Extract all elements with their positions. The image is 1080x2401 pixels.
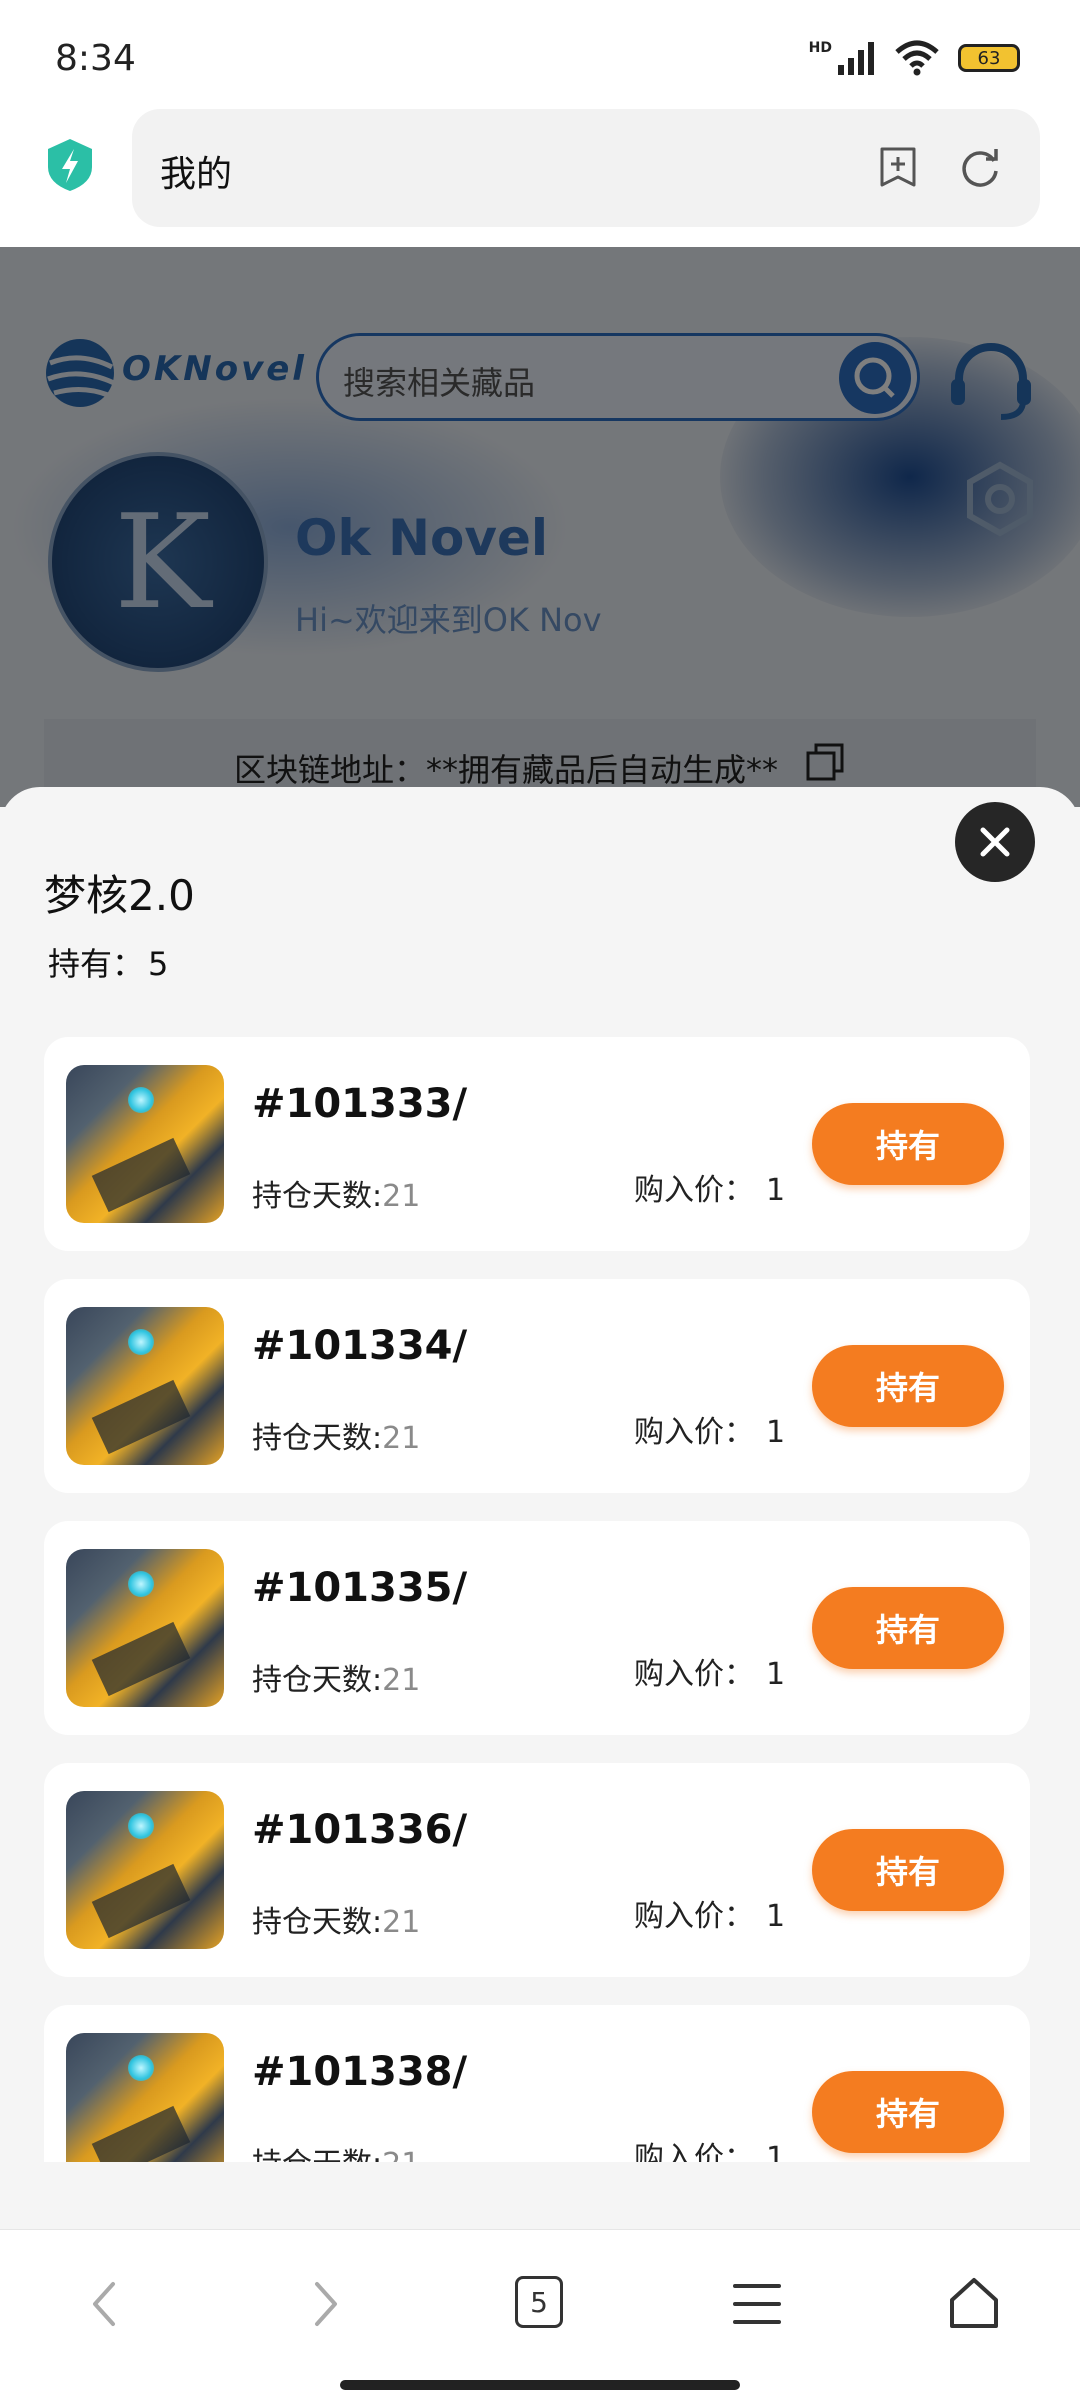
browser-address-bar: 我的 — [0, 105, 1080, 247]
wifi-icon — [895, 40, 939, 76]
status-bar: 8:34 HD 63 — [0, 0, 1080, 105]
signal-icon — [838, 42, 874, 75]
modal-overlay[interactable] — [0, 247, 1080, 807]
close-icon — [980, 827, 1010, 857]
list-item[interactable]: #101338/ 持仓天数:21 购入价：1 持有 — [44, 2005, 1030, 2162]
url-field[interactable]: 我的 — [132, 109, 1040, 227]
owned-button[interactable]: 持有 — [812, 1345, 1004, 1427]
home-icon[interactable] — [944, 2274, 1004, 2334]
owned-button[interactable]: 持有 — [812, 1103, 1004, 1185]
status-icons: HD 63 — [809, 40, 1020, 76]
holding-days: 持仓天数:21 — [252, 2139, 420, 2162]
collection-title: 梦核2.0 — [44, 871, 195, 920]
holding-days: 持仓天数:21 — [252, 1905, 421, 1940]
close-button[interactable] — [955, 802, 1035, 882]
item-id: #101336/ — [252, 1807, 468, 1853]
item-id: #101335/ — [252, 1565, 468, 1611]
owned-label: 持有： — [48, 945, 145, 983]
item-id: #101334/ — [252, 1323, 468, 1369]
page-title: 我的 — [160, 154, 233, 195]
forward-icon[interactable] — [295, 2274, 355, 2334]
item-thumbnail — [66, 1307, 224, 1465]
owned-button[interactable]: 持有 — [812, 1587, 1004, 1669]
refresh-icon[interactable] — [956, 145, 1004, 193]
back-icon[interactable] — [75, 2274, 135, 2334]
list-item[interactable]: #101333/ 持仓天数:21 购入价： 1 持有 — [44, 1037, 1030, 1251]
holding-days: 持仓天数:21 — [252, 1179, 421, 1214]
owned-button[interactable]: 持有 — [812, 2071, 1004, 2153]
tab-count: 5 — [530, 2285, 548, 2319]
item-id: #101338/ — [252, 2049, 468, 2095]
battery-level: 63 — [977, 47, 1001, 69]
browser-bottom-nav: 5 — [0, 2229, 1080, 2401]
purchase-price: 购入价： 1 — [634, 1173, 786, 1208]
status-time: 8:34 — [55, 38, 136, 79]
list-item[interactable]: #101336/ 持仓天数:21 购入价： 1 持有 — [44, 1763, 1030, 1977]
holdings-sheet: 梦核2.0 持有： 5 #101333/ 持仓天数:21 购入价： 1 持有 #10… — [0, 787, 1080, 2229]
holdings-list[interactable]: #101333/ 持仓天数:21 购入价： 1 持有 #101334/ 持仓天数:… — [44, 1037, 1030, 2162]
owned-count: 持有： 5 — [44, 939, 168, 985]
item-thumbnail — [66, 2033, 224, 2162]
add-bookmark-icon[interactable] — [876, 145, 920, 189]
purchase-price: 购入价： 1 — [634, 2141, 786, 2162]
tabs-button[interactable]: 5 — [515, 2276, 563, 2328]
menu-icon[interactable] — [727, 2274, 787, 2334]
home-indicator[interactable] — [340, 2380, 740, 2390]
item-thumbnail — [66, 1065, 224, 1223]
battery-icon: 63 — [958, 44, 1020, 72]
purchase-price: 购入价： 1 — [634, 1657, 786, 1692]
purchase-price: 购入价： 1 — [634, 1415, 786, 1450]
purchase-price: 购入价： 1 — [634, 1899, 786, 1934]
holding-days: 持仓天数:21 — [252, 1421, 421, 1456]
item-id: #101333/ — [252, 1081, 468, 1127]
owned-button[interactable]: 持有 — [812, 1829, 1004, 1911]
list-item[interactable]: #101335/ 持仓天数:21 购入价： 1 持有 — [44, 1521, 1030, 1735]
owned-value: 5 — [148, 945, 169, 983]
shield-icon[interactable] — [44, 137, 96, 193]
item-thumbnail — [66, 1549, 224, 1707]
holding-days: 持仓天数:21 — [252, 1663, 421, 1698]
list-item[interactable]: #101334/ 持仓天数:21 购入价： 1 持有 — [44, 1279, 1030, 1493]
network-type: HD — [808, 40, 832, 56]
item-thumbnail — [66, 1791, 224, 1949]
